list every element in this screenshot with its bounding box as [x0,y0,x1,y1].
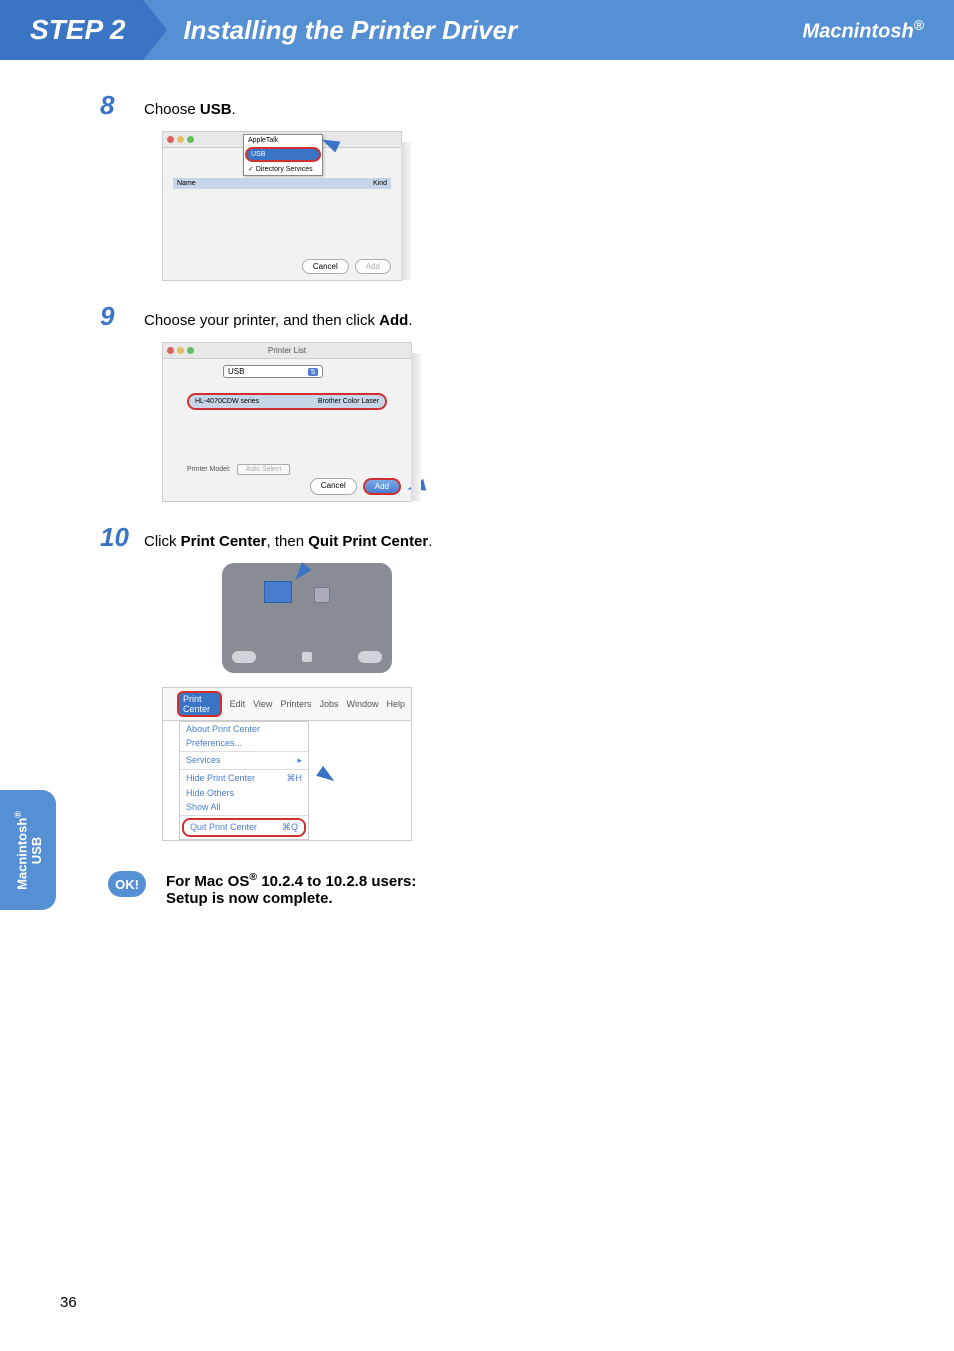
connection-select: USB ⇅ [223,365,323,378]
step-label: STEP 2 [0,0,143,60]
page-title: Installing the Printer Driver [183,15,517,46]
menubar: Print Center Edit View Printers Jobs Win… [163,688,411,721]
menu-separator [180,769,308,770]
dropdown-item-usb-selected: USB [245,147,321,162]
step-label-text: STEP 2 [30,14,125,46]
header-band: Installing the Printer Driver Macnintosh… [143,0,954,60]
dock-square-icon [302,652,312,662]
dock-buttons [232,647,382,667]
printer-row-selected: HL-4070CDW series Brother Color Laser [187,393,387,410]
connection-dropdown: AppleTalk USB Directory Services [243,134,323,176]
dropdown-item-directory: Directory Services [244,163,322,175]
menu-item-quit: Quit Print Center⌘Q [182,818,306,837]
ok-text: For Mac OS® 10.2.4 to 10.2.8 users: Setu… [166,871,416,907]
step-9: 9 Choose your printer, and then click Ad… [100,301,894,332]
app-menu-dropdown: About Print Center Preferences... Servic… [179,721,309,840]
menu-view: View [253,699,272,709]
menu-separator [180,815,308,816]
col-kind: Kind [373,180,387,187]
shadow-decoration [411,353,421,501]
add-button: Add [363,478,401,495]
step-number: 10 [100,522,144,553]
printer-model-select: Auto Select [237,464,291,475]
dialog-buttons: Cancel Add [302,259,391,274]
menu-help: Help [386,699,405,709]
dock-screenshot [222,563,392,673]
dialog-buttons: Cancel Add [310,478,401,495]
ok-note: OK! For Mac OS® 10.2.4 to 10.2.8 users: … [108,871,894,907]
menu-window: Window [346,699,378,709]
side-tab: Macnintosh® USB [0,790,56,910]
menu-jobs: Jobs [319,699,338,709]
step-number: 9 [100,301,144,332]
platform-label: Macnintosh® [803,17,924,44]
chevron-updown-icon: ⇅ [308,368,318,376]
menu-item-services: Services▸ [180,753,308,768]
printer-model-row: Printer Model: Auto Select [187,464,290,475]
close-icon [167,136,174,143]
dock-button-icon [358,651,382,663]
dock-app-icon [314,587,330,603]
menu-separator [180,751,308,752]
step-8: 8 Choose USB. [100,90,894,121]
dropdown-item-appletalk: AppleTalk [244,135,322,146]
step-10: 10 Click Print Center, then Quit Print C… [100,522,894,553]
printer-name: HL-4070CDW series [195,398,318,405]
printer-list-dialog: Printer List USB ⇅ HL-4070CDW series Bro… [162,342,412,502]
step-text: Click Print Center, then Quit Print Cent… [144,531,432,552]
print-center-dock-icon [264,581,292,603]
menu-item-hide-others: Hide Others [180,786,308,800]
cancel-button: Cancel [302,259,349,274]
page-header: STEP 2 Installing the Printer Driver Mac… [0,0,954,60]
arrow-annotation-icon [316,766,338,786]
page-number: 36 [60,1294,77,1311]
screenshot-step9: Printer List USB ⇅ HL-4070CDW series Bro… [162,342,894,502]
chevron-right-icon [143,0,167,60]
side-tab-text: Macnintosh® USB [13,811,44,890]
menu-print-center: Print Center [177,691,222,717]
step-number: 8 [100,90,144,121]
col-name: Name [177,180,373,187]
ok-badge: OK! [108,871,146,897]
menu-item-preferences: Preferences... [180,736,308,750]
step-text: Choose USB. [144,99,236,120]
menu-printers: Printers [280,699,311,709]
zoom-icon [187,136,194,143]
dock-button-icon [232,651,256,663]
menubar-screenshot: Print Center Edit View Printers Jobs Win… [162,687,412,841]
minimize-icon [177,136,184,143]
column-headers: Name Kind [173,178,391,189]
printer-add-dialog: AppleTalk USB Directory Services Name Ki… [162,131,402,281]
content-area: 8 Choose USB. AppleTalk USB Directory Se… [0,60,954,907]
arrow-annotation-icon [291,562,312,584]
menu-item-hide: Hide Print Center⌘H [180,771,308,786]
screenshot-step8: AppleTalk USB Directory Services Name Ki… [162,131,894,281]
menu-edit: Edit [230,699,246,709]
menu-item-show-all: Show All [180,800,308,814]
menu-item-about: About Print Center [180,722,308,736]
screenshot-step10: Print Center Edit View Printers Jobs Win… [162,563,894,841]
add-button: Add [355,259,391,274]
step-text: Choose your printer, and then click Add. [144,310,412,331]
chevron-right-icon: ▸ [297,755,302,766]
shadow-decoration [401,142,411,280]
cancel-button: Cancel [310,478,357,495]
printer-kind: Brother Color Laser [318,398,379,405]
window-title: Printer List [163,346,411,355]
